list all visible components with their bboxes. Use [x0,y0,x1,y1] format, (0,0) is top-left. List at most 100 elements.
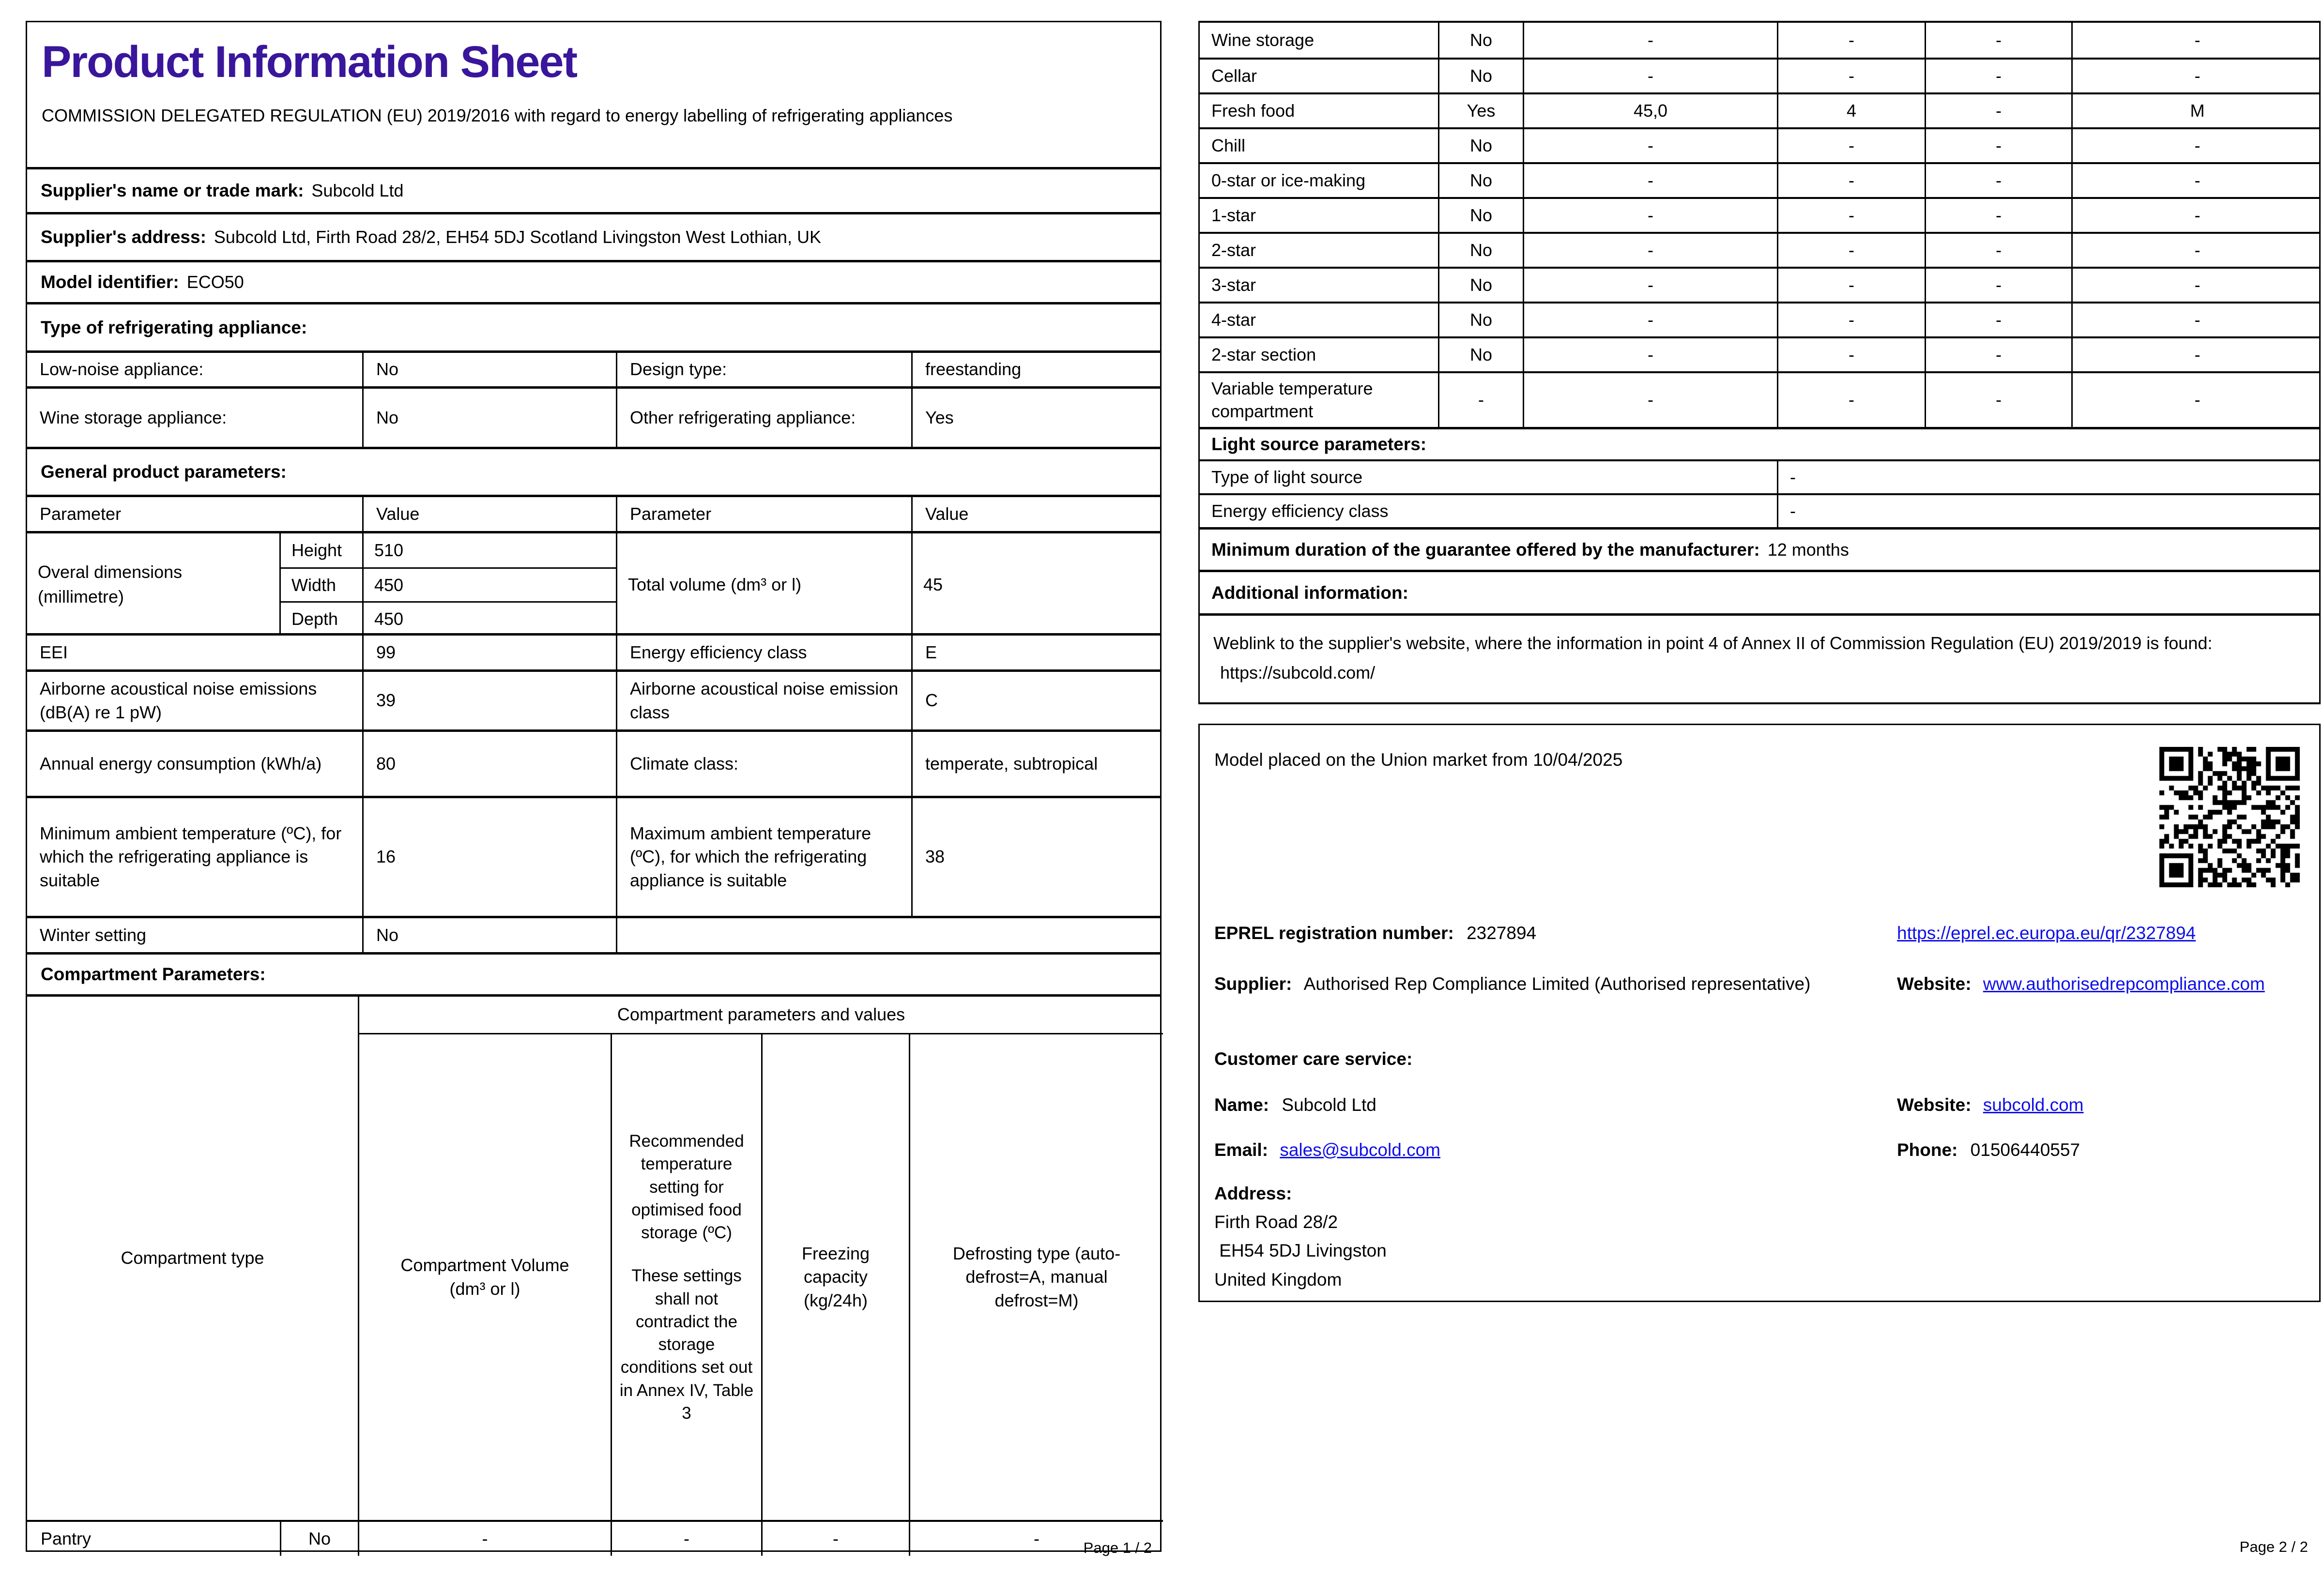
width-value: 450 [362,567,616,601]
col-header-parameter-2: Parameter [616,497,911,531]
row-freezing: - [1925,129,2071,162]
row-freezing: - [1925,23,2071,58]
weblink-label: Weblink to the supplier's website, where… [1213,633,2213,653]
noise-value: 39 [362,672,616,729]
table-row-2-star-section: 2-star section No - - - - [1200,336,2319,371]
row-label: 1-star [1211,205,1256,225]
light-energy-class-value: - [1777,495,2322,527]
row-flag: No [1438,338,1523,371]
row-label: Wine storage [1211,30,1315,50]
qr-code [2159,747,2300,887]
row-volume: 45,0 [1523,94,1777,127]
row-freezing: - [1925,234,2071,267]
energy-consumption-row: Annual energy consumption (kWh/a) 80 Cli… [27,729,1160,796]
other-appliance-label: Other refrigerating appliance: [616,389,911,447]
page1-footer: Page 1 / 2 [1083,1539,1152,1556]
height-label: Height [279,533,362,567]
col-header-parameter-1: Parameter [40,503,122,524]
table-row-4-star: 4-star No - - - - [1200,302,2319,336]
table-row-0-star: 0-star or ice-making No - - - - [1200,162,2319,197]
row-volume: - [1523,129,1777,162]
general-section-header: General product parameters: [27,447,1160,495]
table-row-cellar: Cellar No - - - - [1200,58,2319,92]
supplier-address-label: Supplier's address: [41,227,206,247]
eprel-row: EPREL registration number: 2327894 [1214,919,1890,947]
design-type-label: Design type: [616,353,911,386]
row-flag: - [1438,373,1523,427]
customer-care-header: Customer care service: [1214,1049,1413,1069]
energy-class-label: Energy efficiency class [616,636,911,669]
row-freezing: - [1925,199,2071,232]
row-defrost: - [2071,129,2322,162]
table-row-1-star: 1-star No - - - - [1200,197,2319,232]
depth-value: 450 [362,601,616,636]
temp-col-header-text-2: These settings shall not contradict the … [619,1266,754,1423]
compartment-span-header: Compartment parameters and values [358,997,1163,1033]
row-volume: - [1523,373,1777,427]
care-email-label: Email: [1214,1140,1269,1160]
row-defrost: - [2071,234,2322,267]
row-flag: Yes [1438,94,1523,127]
compartment-type-col-header: Compartment type [121,1248,264,1268]
row-freezing: - [1925,94,2071,127]
table-row-chill: Chill No - - - - [1200,127,2319,162]
care-website-link[interactable]: subcold.com [1983,1095,2084,1115]
eprel-link[interactable]: https://eprel.ec.europa.eu/qr/2327894 [1897,923,2196,943]
row-temp: - [1777,338,1925,371]
supplier-value: Authorised Rep Compliance Limited (Autho… [1303,974,1811,994]
temp-col-header-text-1: Recommended temperature setting for opti… [629,1132,744,1242]
light-energy-class-label: Energy efficiency class [1211,501,1389,521]
row-flag: No [1438,303,1523,336]
model-identifier-value: ECO50 [186,272,244,292]
row-flag: No [1438,129,1523,162]
guarantee-row: Minimum duration of the guarantee offere… [1200,527,2319,570]
row-label: 0-star or ice-making [1211,170,1366,190]
min-ambient-value: 16 [362,798,616,916]
low-noise-label: Low-noise appliance: [40,359,204,379]
row-defrost: M [2071,94,2322,127]
compartment-volume-col-header: Compartment Volume (dm³ or l) [358,1033,611,1520]
noise-class-value: C [911,672,1163,729]
row-flag: No [1438,199,1523,232]
care-email-row: Email: sales@subcold.com [1214,1136,1890,1164]
care-email-link[interactable]: sales@subcold.com [1280,1140,1440,1160]
care-name-value: Subcold Ltd [1282,1095,1376,1115]
row-volume: - [1523,234,1777,267]
energy-consumption-label: Annual energy consumption (kWh/a) [40,753,322,774]
guarantee-label: Minimum duration of the guarantee offere… [1211,539,1760,560]
row-label: 3-star [1211,274,1256,295]
width-label: Width [279,567,362,601]
supplier-name-value: Subcold Ltd [311,181,404,200]
min-ambient-label: Minimum ambient temperature (ºC), for wh… [40,823,342,890]
table-row-3-star: 3-star No - - - - [1200,267,2319,302]
care-website-row: Website: subcold.com [1897,1091,2313,1119]
row-freezing: - [1925,269,2071,302]
row-label: 4-star [1211,309,1256,330]
row-freezing: - [1925,60,2071,92]
row-defrost: - [2071,164,2322,197]
row-temp: - [1777,303,1925,336]
row-label: 2-star [1211,240,1256,260]
model-identifier-row: Model identifier: ECO50 [27,260,1160,302]
appliance-type-row-2: Wine storage appliance: No Other refrige… [27,386,1160,447]
row-flag: No [1438,60,1523,92]
row-temp: - [1777,23,1925,58]
row-volume: - [1523,23,1777,58]
light-energy-class-row: Energy efficiency class - [1200,493,2319,527]
row-volume: - [1523,269,1777,302]
supplier-address-row: Supplier's address: Subcold Ltd, Firth R… [27,212,1160,260]
care-name-label: Name: [1214,1095,1269,1115]
compartment-table: Compartment type Compartment parameters … [27,994,1163,1556]
row-temp: - [1777,199,1925,232]
noise-label: Airborne acoustical noise emissions (dB(… [40,678,317,722]
eei-value: 99 [362,636,616,669]
website-link[interactable]: www.authorisedrepcompliance.com [1983,974,2265,994]
depth-label: Depth [279,601,362,636]
row-flag: No [1438,164,1523,197]
row-freezing: - [1925,338,2071,371]
eprel-value: 2327894 [1467,923,1537,943]
care-name-row: Name: Subcold Ltd [1214,1091,1890,1119]
care-phone-row: Phone: 01506440557 [1897,1136,2313,1164]
website-row: Website: www.authorisedrepcompliance.com [1897,970,2313,998]
row-volume: - [1523,303,1777,336]
